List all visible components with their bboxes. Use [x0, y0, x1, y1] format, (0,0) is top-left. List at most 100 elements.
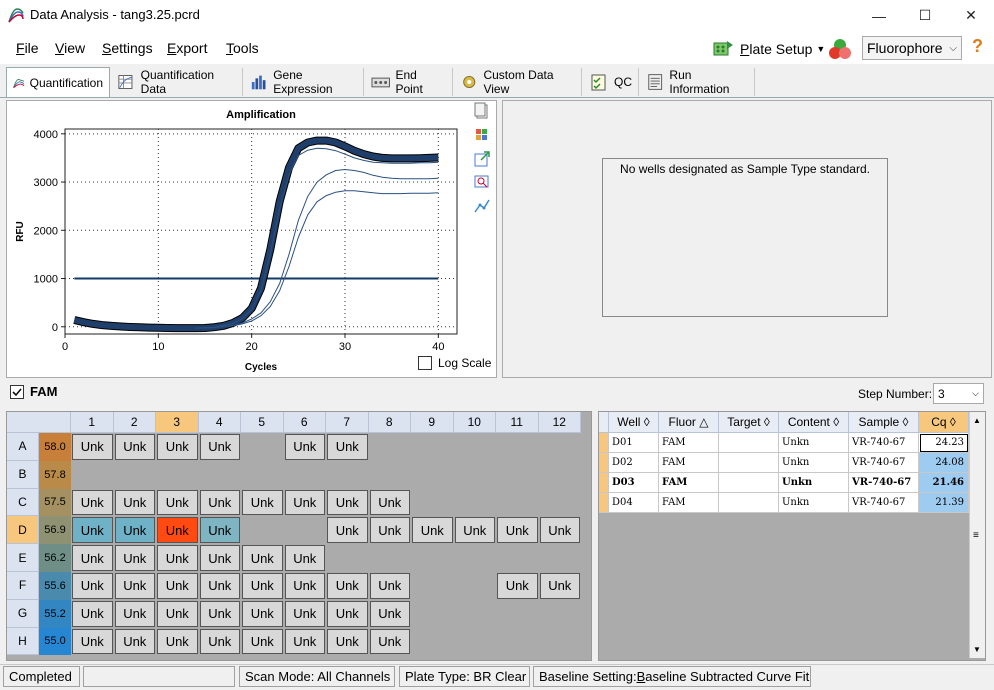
- scroll-thumb-icon[interactable]: ≡: [973, 530, 979, 541]
- cell-sample[interactable]: VR-740-67: [849, 433, 919, 453]
- column-header[interactable]: 2: [113, 412, 156, 433]
- column-header-sample[interactable]: Sample ◊: [849, 412, 919, 433]
- cell-well[interactable]: D03: [609, 473, 659, 493]
- plate-well[interactable]: Unk: [284, 573, 325, 599]
- column-header[interactable]: 3: [156, 412, 199, 433]
- plate-well[interactable]: Unk: [114, 573, 155, 599]
- column-header[interactable]: 8: [368, 412, 411, 433]
- row-header[interactable]: C: [7, 488, 39, 517]
- row-selector[interactable]: [599, 473, 609, 493]
- plate-well[interactable]: Unk: [327, 600, 368, 627]
- copy-icon[interactable]: [473, 102, 491, 120]
- fam-toggle[interactable]: FAM: [10, 384, 57, 399]
- minimize-button[interactable]: —: [856, 0, 902, 31]
- plate-corner[interactable]: [7, 412, 71, 433]
- plate-well[interactable]: Unk: [157, 489, 198, 516]
- row-header[interactable]: B: [7, 460, 39, 489]
- menu-settings[interactable]: Settings: [102, 40, 153, 56]
- tab-run-information[interactable]: Run Information: [640, 68, 755, 96]
- tab-quantification[interactable]: Quantification: [6, 67, 110, 97]
- plate-well[interactable]: Unk: [327, 489, 368, 516]
- print-icon[interactable]: [473, 126, 491, 144]
- log-scale-checkbox[interactable]: [418, 356, 432, 370]
- plate-well[interactable]: Unk: [284, 600, 325, 627]
- plate-well[interactable]: Unk: [539, 573, 580, 599]
- menu-file[interactable]: File: [16, 40, 39, 56]
- plate-well[interactable]: Unk: [369, 489, 410, 516]
- cell-cq[interactable]: 24.23: [919, 433, 969, 453]
- plate-well[interactable]: Unk: [199, 517, 240, 544]
- status-baseline[interactable]: Baseline Setting: Baseline Subtracted Cu…: [533, 666, 811, 687]
- cell-target[interactable]: [719, 493, 779, 513]
- plate-well[interactable]: Unk: [284, 434, 325, 460]
- row-selector[interactable]: [599, 433, 609, 453]
- plate-well[interactable]: Unk: [497, 573, 538, 599]
- well-table-scrollbar[interactable]: ▲ ≡ ▼: [969, 412, 985, 658]
- close-button[interactable]: ✕: [948, 0, 994, 31]
- curve-fit-icon[interactable]: [473, 197, 491, 215]
- cell-cq[interactable]: 21.46: [919, 473, 969, 493]
- plate-well[interactable]: Unk: [114, 434, 155, 460]
- plate-well[interactable]: Unk: [199, 545, 240, 571]
- plate-well[interactable]: Unk: [199, 434, 240, 460]
- column-header[interactable]: 4: [198, 412, 241, 433]
- column-header[interactable]: 6: [283, 412, 326, 433]
- fam-checkbox[interactable]: [10, 384, 24, 399]
- zoom-icon[interactable]: [473, 173, 491, 191]
- plate-well[interactable]: Unk: [72, 573, 113, 599]
- cell-content[interactable]: Unkn: [779, 453, 849, 473]
- tab-end-point[interactable]: End Point: [365, 68, 453, 96]
- plate-well[interactable]: Unk: [369, 517, 410, 544]
- plate-well[interactable]: Unk: [327, 517, 368, 544]
- cell-sample[interactable]: VR-740-67: [849, 473, 919, 493]
- plate-well[interactable]: Unk: [157, 434, 198, 460]
- plate-well[interactable]: Unk: [72, 517, 113, 544]
- cell-well[interactable]: D02: [609, 453, 659, 473]
- menu-tools[interactable]: Tools: [226, 40, 259, 56]
- plate-well[interactable]: Unk: [284, 628, 325, 655]
- plate-well[interactable]: Unk: [284, 545, 325, 571]
- plate-well[interactable]: Unk: [454, 517, 495, 544]
- column-header-content[interactable]: Content ◊: [779, 412, 849, 433]
- cell-content[interactable]: Unkn: [779, 493, 849, 513]
- cell-cq[interactable]: 24.08: [919, 453, 969, 473]
- plate-well[interactable]: Unk: [284, 489, 325, 516]
- column-header[interactable]: 12: [538, 412, 581, 433]
- column-header[interactable]: 7: [326, 412, 369, 433]
- cell-sample[interactable]: VR-740-67: [849, 493, 919, 513]
- column-header[interactable]: 10: [453, 412, 496, 433]
- plate-well[interactable]: Unk: [114, 600, 155, 627]
- cell-sample[interactable]: VR-740-67: [849, 453, 919, 473]
- step-number-select[interactable]: 3 ⌵: [933, 383, 984, 404]
- menu-view[interactable]: View: [55, 40, 85, 56]
- plate-well[interactable]: Unk: [199, 600, 240, 627]
- plate-well[interactable]: Unk: [369, 628, 410, 655]
- plate-well[interactable]: Unk: [199, 489, 240, 516]
- plate-well[interactable]: Unk: [157, 545, 198, 571]
- plate-well[interactable]: Unk: [327, 628, 368, 655]
- column-header-well[interactable]: Well ◊: [609, 412, 659, 433]
- plate-well[interactable]: Unk: [242, 545, 283, 571]
- cell-well[interactable]: D01: [609, 433, 659, 453]
- plate-well[interactable]: Unk: [242, 628, 283, 655]
- cell-cq[interactable]: 21.39: [919, 493, 969, 513]
- scroll-down-icon[interactable]: ▼: [973, 645, 981, 654]
- cell-well[interactable]: D04: [609, 493, 659, 513]
- row-selector[interactable]: [599, 453, 609, 473]
- fluorophore-select[interactable]: Fluorophore ⌵: [862, 36, 962, 60]
- help-icon[interactable]: ?: [972, 36, 983, 57]
- row-header[interactable]: A: [7, 433, 39, 461]
- row-header[interactable]: D: [7, 516, 39, 545]
- tab-quantification-data[interactable]: Quantification Data: [111, 68, 243, 96]
- color-palette-button[interactable]: [827, 38, 855, 62]
- plate-well[interactable]: Unk: [327, 573, 368, 599]
- plate-well[interactable]: Unk: [242, 573, 283, 599]
- plate-well[interactable]: Unk: [114, 489, 155, 516]
- cell-content[interactable]: Unkn: [779, 473, 849, 493]
- plate-well[interactable]: Unk: [157, 517, 198, 544]
- row-header[interactable]: E: [7, 544, 39, 572]
- cell-content[interactable]: Unkn: [779, 433, 849, 453]
- scroll-up-icon[interactable]: ▲: [973, 416, 981, 425]
- cell-target[interactable]: [719, 433, 779, 453]
- row-header[interactable]: H: [7, 627, 39, 656]
